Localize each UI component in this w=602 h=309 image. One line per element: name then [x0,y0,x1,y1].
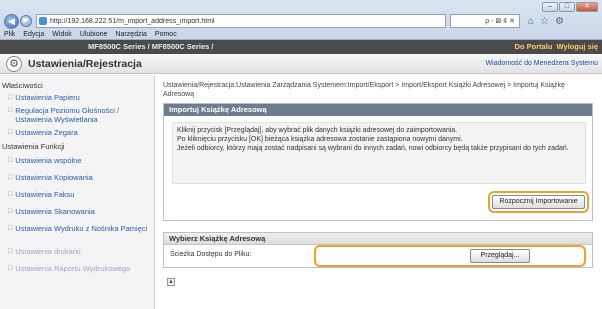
instruction-line: Po kliknięciu przycisku [OK] bieżąca ksi… [177,136,463,143]
header-links: Do Portalu Wyloguj się [515,42,598,51]
bullet-icon: □ [8,248,13,255]
back-arrow-icon[interactable]: ◀ [4,13,19,29]
window-controls: ‒ □ ✕ [542,2,598,12]
page-title: Ustawienia/Rejestracja [28,58,142,70]
instruction-line: Kliknij przycisk [Przeglądaj], aby wybra… [177,127,458,134]
url-text[interactable]: http://192.168.222.51/m_import_address_i… [50,18,215,25]
address-bar-controls[interactable]: ρ - ⊠ ¢ ✕ [450,14,520,28]
start-import-button[interactable]: Rozpocznij Importowanie [492,195,585,209]
portal-link[interactable]: Do Portalu [515,42,553,51]
sidebar-item-paper-settings[interactable]: □ Ustawienia Papieru [8,93,153,102]
sidebar-item-label: Ustawienia Papieru [15,93,80,102]
home-icon[interactable]: ⌂ [528,16,534,27]
sidebar-item-label: Regulacja Poziomu Głośności / Ustawienia… [15,106,120,124]
bullet-icon: □ [8,107,13,114]
close-window-button[interactable]: ✕ [576,2,598,12]
menu-bar: Plik Edycja Widok Ulubione Narzędzia Pom… [4,30,177,40]
device-name: MF8500C Series / MF8500C Series / [88,42,214,51]
instruction-line: Jeżeli odbiorcy, którzy mają zostać nadp… [177,145,569,152]
bullet-icon: □ [8,208,13,215]
sidebar-item-label: Ustawienia Zegara [15,128,78,137]
bullet-icon: □ [8,129,13,136]
sidebar-item-fax-settings[interactable]: □ Ustawienia Faksu [8,190,153,199]
gear-icon[interactable]: ⚙ [555,16,564,27]
sidebar-item-common-settings[interactable]: □ Ustawienia wspólne [8,156,153,165]
maximize-button[interactable]: □ [559,2,575,12]
import-address-book-panel: Importuj Książkę Adresową Kliknij przyci… [163,103,593,221]
minimize-button[interactable]: ‒ [542,2,558,12]
page-title-bar: ⚙ Ustawienia/Rejestracja Wiadomość do Me… [0,54,602,74]
sidebar-item-memory-media-print-settings[interactable]: □ Ustawienia Wydruku z Nośnika Pamięci [8,224,153,233]
bullet-icon: □ [8,225,13,232]
sidebar-heading-preferences: Właściwości [2,81,43,90]
file-path-label: Ścieżka Dostępu do Pliku: [170,251,252,258]
bullet-icon: □ [8,94,13,101]
menu-item-favorites[interactable]: Ulubione [80,30,108,40]
sidebar-item-clock-settings[interactable]: □ Ustawienia Zegara [8,128,153,137]
navigation-row: ◀ ▶ http://192.168.222.51/m_import_addre… [4,13,598,29]
system-manager-message-link[interactable]: Wiadomość do Menedżera Systemu [486,60,598,67]
sidebar-item-label: Ustawienia Wydruku z Nośnika Pamięci [15,224,148,233]
app-header: MF8500C Series / MF8500C Series / Do Por… [0,40,602,54]
sidebar-item-label: Ustawienia drukarki [15,247,81,256]
bullet-icon: □ [8,265,13,272]
main-content: Ustawienia/Rejestracja:Ustawienia Zarząd… [163,75,598,309]
sidebar-item-label: Ustawienia Kopiowania [15,173,93,182]
import-instructions: Kliknij przycisk [Przeglądaj], aby wybra… [172,122,586,184]
menu-item-tools[interactable]: Narzędzia [115,30,147,40]
sidebar-heading-functions: Ustawienia Funkcji [2,142,65,151]
browser-chrome: ‒ □ ✕ ◀ ▶ http://192.168.222.51/m_import… [0,0,602,40]
select-panel-heading: Wybierz Książkę Adresową [164,233,592,245]
page-top-icon[interactable]: ▲ [167,278,175,286]
bullet-icon: □ [8,174,13,181]
browse-button[interactable]: Przeglądaj... [470,249,530,263]
sidebar-item-label: Ustawienia Skanowania [15,207,95,216]
menu-item-help[interactable]: Pomoc [155,30,177,40]
menu-item-edit[interactable]: Edycja [23,30,44,40]
select-address-book-panel: Wybierz Książkę Adresową Ścieżka Dostępu… [163,232,593,268]
sidebar-item-label: Ustawienia Raportu Wydrukowego [15,264,131,273]
logout-link[interactable]: Wyloguj się [556,42,598,51]
sidebar-item-volume-display[interactable]: □ Regulacja Poziomu Głośności / Ustawien… [8,106,153,124]
address-bar[interactable]: http://192.168.222.51/m_import_address_i… [36,14,446,28]
breadcrumb: Ustawienia/Rejestracja:Ustawienia Zarząd… [163,82,565,98]
sidebar-item-label: Ustawienia Faksu [15,190,75,199]
forward-arrow-icon[interactable]: ▶ [20,15,32,27]
file-path-highlight [314,245,586,267]
sidebar-item-label: Ustawienia wspólne [15,156,82,165]
site-favicon-icon [39,17,47,25]
bullet-icon: □ [8,191,13,198]
settings-gear-icon: ⚙ [6,56,22,72]
sidebar-item-copy-settings[interactable]: □ Ustawienia Kopiowania [8,173,153,182]
import-panel-heading: Importuj Książkę Adresową [164,104,592,116]
menu-item-file[interactable]: Plik [4,30,15,40]
menu-item-view[interactable]: Widok [52,30,71,40]
bullet-icon: □ [8,157,13,164]
sidebar-item-scan-settings[interactable]: □ Ustawienia Skanowania [8,207,153,216]
sidebar: Właściwości □ Ustawienia Papieru □ Regul… [0,75,155,309]
favorites-star-icon[interactable]: ☆ [540,16,549,27]
sidebar-item-report-output-settings[interactable]: □ Ustawienia Raportu Wydrukowego [8,264,153,273]
sidebar-item-printer-settings[interactable]: □ Ustawienia drukarki [8,247,153,256]
toolbar-icons: ⌂ ☆ ⚙ [528,16,564,27]
